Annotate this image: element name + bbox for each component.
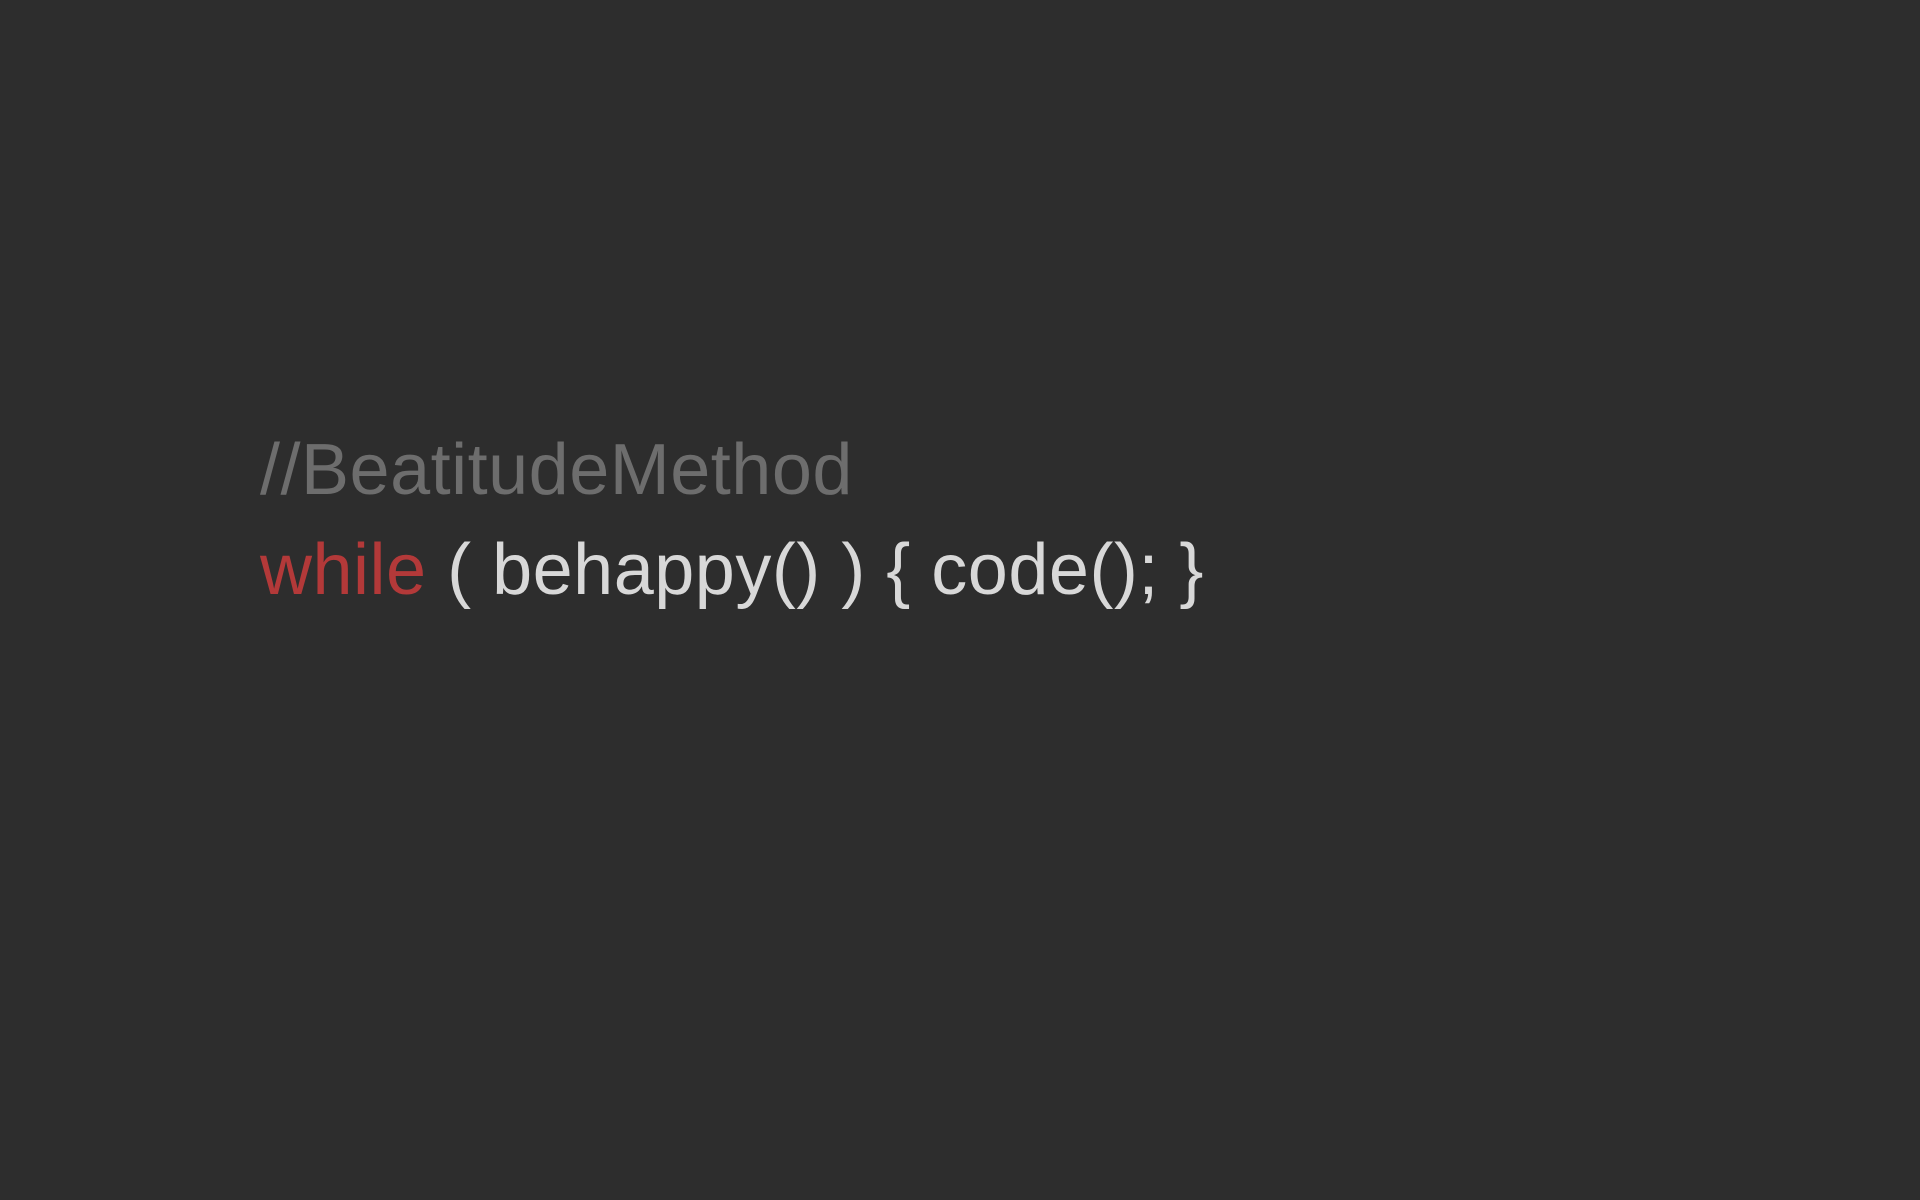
code-body-text: ( behappy() ) { code(); } — [427, 530, 1204, 610]
code-wallpaper-block: //BeatitudeMethod while ( behappy() ) { … — [0, 429, 1204, 611]
while-keyword: while — [260, 530, 427, 610]
code-comment-line: //BeatitudeMethod — [260, 429, 1204, 511]
code-statement-line: while ( behappy() ) { code(); } — [260, 529, 1204, 611]
